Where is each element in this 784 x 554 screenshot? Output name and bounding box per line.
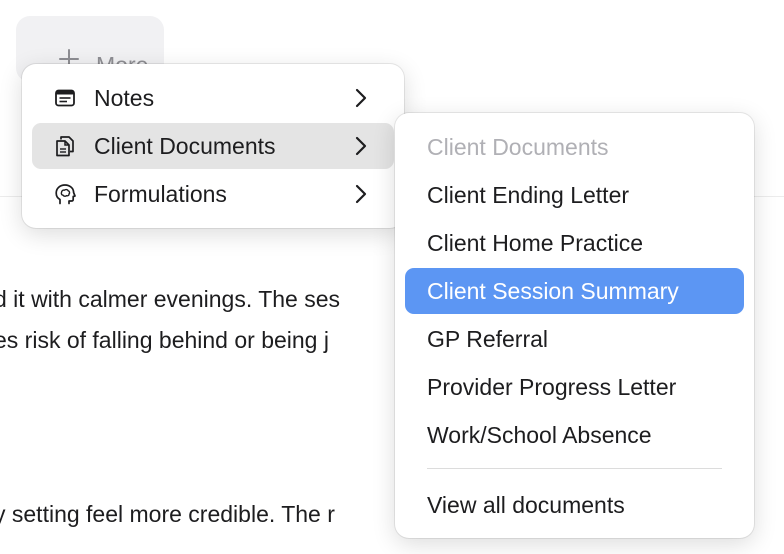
submenu-item-label: Client Ending Letter — [427, 182, 630, 208]
submenu-item-gp-referral[interactable]: GP Referral — [405, 316, 744, 362]
menu-item-label: Client Documents — [94, 133, 276, 159]
submenu-item-client-session-summary[interactable]: Client Session Summary — [405, 268, 744, 314]
chevron-right-icon — [354, 136, 368, 156]
submenu-divider — [427, 468, 722, 469]
body-text-line: d it with calmer evenings. The ses — [0, 286, 341, 312]
submenu-item-client-ending-letter[interactable]: Client Ending Letter — [405, 172, 744, 218]
body-text-line: es risk of falling behind or being j — [0, 327, 329, 353]
menu-item-label: Formulations — [94, 181, 227, 207]
submenu-header-label: Client Documents — [427, 134, 609, 160]
menu-item-notes[interactable]: Notes — [32, 75, 394, 121]
submenu-header: Client Documents — [405, 124, 744, 170]
submenu-item-label: Provider Progress Letter — [427, 374, 677, 400]
documents-icon — [54, 135, 76, 157]
menu-item-formulations[interactable]: Formulations — [32, 171, 394, 217]
submenu-item-view-all-documents[interactable]: View all documents — [405, 482, 744, 528]
menu-item-label: Notes — [94, 85, 155, 111]
client-documents-submenu: Client Documents Client Ending Letter Cl… — [395, 113, 754, 538]
submenu-item-client-home-practice[interactable]: Client Home Practice — [405, 220, 744, 266]
submenu-item-label: Work/School Absence — [427, 422, 652, 448]
chevron-right-icon — [354, 88, 368, 108]
submenu-item-label: View all documents — [427, 492, 625, 518]
note-icon — [54, 87, 76, 109]
submenu-item-provider-progress-letter[interactable]: Provider Progress Letter — [405, 364, 744, 410]
submenu-item-label: Client Session Summary — [427, 278, 679, 304]
chevron-right-icon — [354, 184, 368, 204]
menu-item-client-documents[interactable]: Client Documents — [32, 123, 394, 169]
more-menu: Notes Client Documents Formulations — [22, 64, 404, 228]
head-brain-icon — [54, 183, 76, 205]
body-text-line: y setting feel more credible. The r — [0, 501, 335, 527]
submenu-item-label: GP Referral — [427, 326, 549, 352]
submenu-item-work-school-absence[interactable]: Work/School Absence — [405, 412, 744, 458]
submenu-item-label: Client Home Practice — [427, 230, 644, 256]
